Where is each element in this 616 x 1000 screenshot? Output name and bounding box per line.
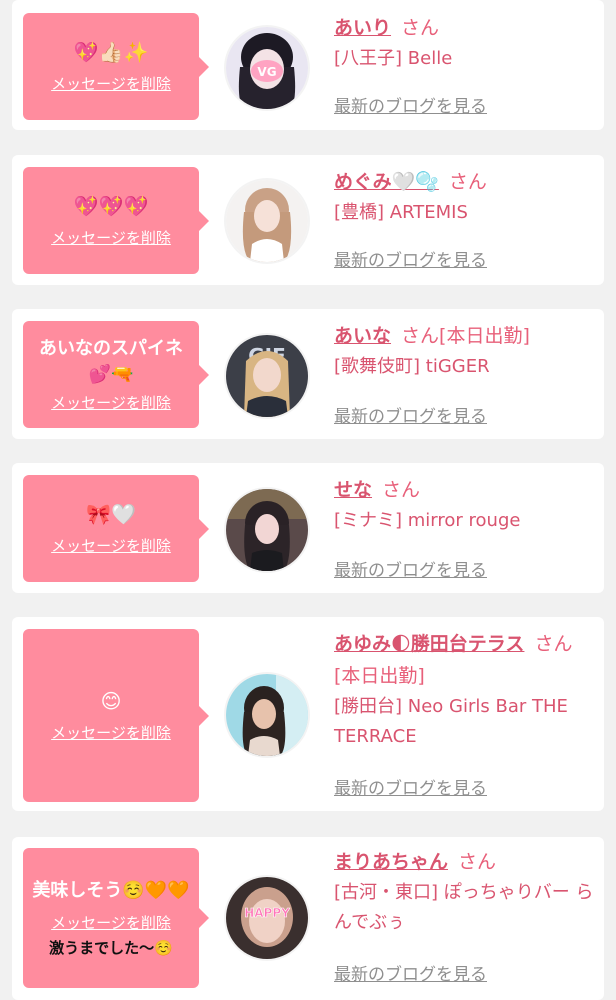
avatar-sticker-text: VG (257, 65, 276, 79)
honorific: さん (401, 17, 440, 39)
message-bubble: 💖💖💖 メッセージを削除 (23, 167, 209, 274)
name-line: あいな さん[本日出勤] (334, 320, 596, 352)
honorific: さん (448, 171, 487, 193)
message-text: 💖👍🏻✨ (73, 40, 149, 64)
latest-blog-link[interactable]: 最新のブログを見る (334, 556, 487, 581)
name-line: まりあちゃん さん (334, 846, 596, 878)
shop-name: [八王子] Belle (334, 48, 453, 69)
avatar-image: GIE (226, 335, 308, 417)
shop-name: [歌舞伎町] tiGGER (334, 356, 490, 377)
avatar-image: HAPPY (226, 877, 308, 959)
work-status: [本日出勤] (439, 325, 530, 347)
latest-blog-link[interactable]: 最新のブログを見る (334, 92, 487, 117)
message-bubble: あいなのスパイネ💕🔫 メッセージを削除 (23, 321, 209, 428)
cast-name-link[interactable]: せな (334, 479, 372, 501)
avatar[interactable]: GIE (226, 335, 308, 417)
name-line: せな さん (334, 474, 596, 506)
message-card: 💖💖💖 メッセージを削除 めぐみ🤍🫧 さん [豊橋] ARTEMIS 最新のブログ… (12, 155, 604, 285)
honorific: さん (382, 479, 421, 501)
delete-message-link[interactable]: メッセージを削除 (51, 392, 171, 413)
cast-name-link[interactable]: あゆみ🌓勝田台テラス (334, 633, 524, 655)
shop-name: [古河・東口] ぽっちゃりバー らんでぶぅ (334, 882, 594, 933)
latest-blog-link[interactable]: 最新のブログを見る (334, 774, 487, 799)
message-card: あいなのスパイネ💕🔫 メッセージを削除 GIE あいなさん[本日出勤] [歌舞伎… (12, 309, 604, 439)
profile-info: せな さん [ミナミ] mirror rouge 最新のブログを見る (334, 474, 596, 581)
shop-name: [豊橋] ARTEMIS (334, 202, 468, 223)
name-line: めぐみ🤍🫧 さん (334, 166, 596, 198)
avatar-image (226, 674, 308, 756)
message-extra-text: 激うまでした〜☺️ (49, 939, 173, 957)
message-card: 😊 メッセージを削除 あゆみ🌓勝田台テラス さん [本日出勤] [勝田台] Neo … (12, 617, 604, 811)
avatar-image: VG (226, 27, 308, 109)
avatar[interactable] (226, 489, 308, 571)
name-line: あゆみ🌓勝田台テラス さん [本日出勤] (334, 628, 596, 692)
shop-name: [ミナミ] mirror rouge (334, 510, 521, 531)
latest-blog-link[interactable]: 最新のブログを見る (334, 402, 487, 427)
avatar[interactable]: HAPPY (226, 877, 308, 959)
latest-blog-link[interactable]: 最新のブログを見る (334, 246, 487, 271)
delete-message-link[interactable]: メッセージを削除 (51, 912, 171, 933)
message-bubble: 🎀🤍 メッセージを削除 (23, 475, 209, 582)
message-text: 💖💖💖 (73, 194, 149, 218)
avatar-sticker-text: HAPPY (244, 906, 290, 920)
cast-name-link[interactable]: あいな (334, 325, 391, 347)
profile-info: まりあちゃん さん [古河・東口] ぽっちゃりバー らんでぶぅ 最新のブログを見る (334, 846, 596, 985)
delete-message-link[interactable]: メッセージを削除 (51, 73, 171, 94)
honorific: さん (401, 325, 440, 347)
message-bubble: 美味しそう☺️🧡🧡 メッセージを削除 激うまでした〜☺️ (23, 848, 209, 988)
avatar-image (226, 489, 308, 571)
message-list: 💖👍🏻✨ メッセージを削除 VG あいり さん [八王子] Belle 最新のブロ… (0, 0, 616, 1000)
message-card: 🎀🤍 メッセージを削除 せな さん [ミナミ] mirror rouge 最新のブ… (12, 463, 604, 593)
avatar[interactable] (226, 180, 308, 262)
message-card: 💖👍🏻✨ メッセージを削除 VG あいり さん [八王子] Belle 最新のブロ… (12, 0, 604, 130)
work-status: [本日出勤] (334, 665, 425, 687)
cast-name-link[interactable]: あいり (334, 17, 391, 39)
avatar-image (226, 180, 308, 262)
message-text: あいなのスパイネ💕🔫 (39, 338, 183, 385)
delete-message-link[interactable]: メッセージを削除 (51, 227, 171, 248)
avatar[interactable] (226, 674, 308, 756)
profile-info: あいな さん[本日出勤] [歌舞伎町] tiGGER 最新のブログを見る (334, 320, 596, 427)
honorific: さん (534, 633, 573, 655)
message-text: 😊 (100, 689, 122, 713)
profile-info: あいり さん [八王子] Belle 最新のブログを見る (334, 12, 596, 117)
delete-message-link[interactable]: メッセージを削除 (51, 722, 171, 743)
cast-name-link[interactable]: まりあちゃん (334, 851, 448, 873)
latest-blog-link[interactable]: 最新のブログを見る (334, 960, 487, 985)
cast-name-link[interactable]: めぐみ🤍🫧 (334, 171, 439, 193)
avatar[interactable]: VG (226, 27, 308, 109)
name-line: あいり さん (334, 12, 596, 44)
message-text: 🎀🤍 (86, 502, 136, 526)
profile-info: あゆみ🌓勝田台テラス さん [本日出勤] [勝田台] Neo Girls Bar T… (334, 628, 596, 799)
message-text: 美味しそう☺️🧡🧡 (32, 880, 190, 901)
honorific: さん (458, 851, 497, 873)
message-bubble: 💖👍🏻✨ メッセージを削除 (23, 13, 209, 120)
delete-message-link[interactable]: メッセージを削除 (51, 535, 171, 556)
profile-info: めぐみ🤍🫧 さん [豊橋] ARTEMIS 最新のブログを見る (334, 166, 596, 271)
shop-name: [勝田台] Neo Girls Bar THE TERRACE (334, 696, 568, 747)
message-bubble: 😊 メッセージを削除 (23, 629, 209, 802)
message-card: 美味しそう☺️🧡🧡 メッセージを削除 激うまでした〜☺️ HAPPY まりあちゃ… (12, 837, 604, 1000)
